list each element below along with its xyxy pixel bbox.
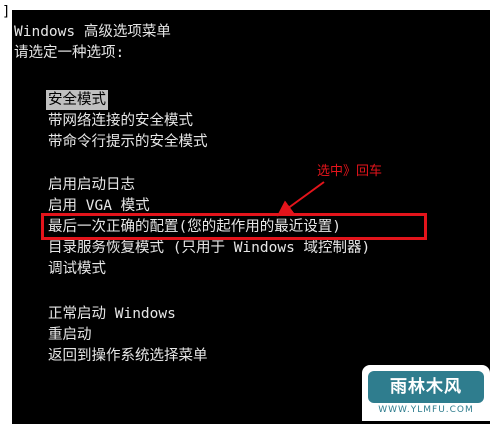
option-directory-services-restore[interactable]: 目录服务恢复模式 (只用于 Windows 域控制器): [48, 238, 370, 258]
logo-brand: 雨林木风: [390, 377, 462, 397]
option-safe-mode[interactable]: 安全模式: [46, 90, 108, 110]
screenshot-frame: ] Windows 高级选项菜单 请选定一种选项: 安全模式 带网络连接的安全模…: [0, 0, 495, 429]
option-boot-logging[interactable]: 启用启动日志: [48, 175, 135, 195]
menu-title: Windows 高级选项菜单: [14, 24, 171, 40]
highlight-box: [41, 213, 427, 240]
option-debugging-mode[interactable]: 调试模式: [48, 259, 106, 279]
annotation-label: 选中》回车: [317, 164, 383, 179]
option-reboot[interactable]: 重启动: [48, 325, 92, 345]
logo-badge: 雨林木风: [368, 371, 484, 403]
watermark-logo: 雨林木风 WWW.YLMFU.COM: [362, 365, 490, 421]
option-start-normally[interactable]: 正常启动 Windows: [48, 304, 176, 324]
boot-menu-screen: Windows 高级选项菜单 请选定一种选项: 安全模式 带网络连接的安全模式 …: [12, 10, 490, 424]
menu-prompt: 请选定一种选项:: [14, 45, 125, 61]
option-safe-mode-networking[interactable]: 带网络连接的安全模式: [48, 111, 193, 131]
option-safe-mode-command-prompt[interactable]: 带命令行提示的安全模式: [48, 132, 208, 152]
corner-mark: ]: [2, 4, 11, 20]
logo-url: WWW.YLMFU.COM: [378, 405, 474, 415]
option-return-os-menu[interactable]: 返回到操作系统选择菜单: [48, 346, 208, 366]
